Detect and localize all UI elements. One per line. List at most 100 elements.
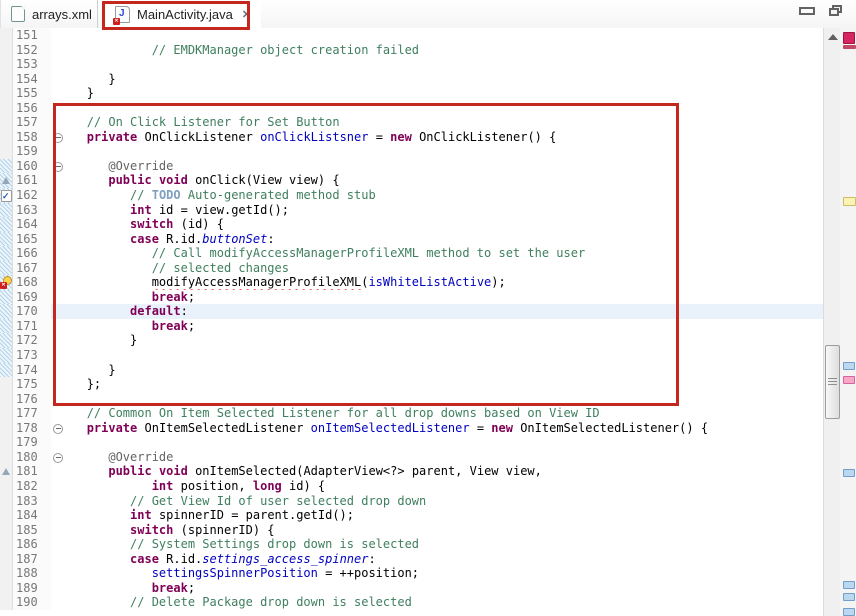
code-line: 160 @Override	[0, 159, 823, 174]
tab-label: MainActivity.java	[137, 7, 233, 22]
code-text[interactable]: modifyAccessManagerProfileXML(isWhiteLis…	[65, 275, 823, 290]
tab-mainactivity-java[interactable]: MainActivity.java ✕	[105, 0, 261, 28]
vertical-scrollbar[interactable]	[823, 28, 841, 616]
line-number: 164	[13, 217, 51, 232]
code-text[interactable]	[65, 57, 823, 72]
fold-column	[51, 72, 65, 87]
code-text[interactable]: }	[65, 363, 823, 378]
code-token	[65, 508, 130, 522]
code-text[interactable]: break;	[65, 581, 823, 596]
code-text[interactable]: public void onItemSelected(AdapterView<?…	[65, 464, 823, 479]
code-text[interactable]: // selected changes	[65, 261, 823, 276]
code-token: onClick(View view) {	[188, 173, 340, 187]
close-icon[interactable]: ✕	[242, 8, 251, 21]
code-text[interactable]: private OnItemSelectedListener onItemSel…	[65, 421, 823, 436]
code-token	[65, 43, 152, 57]
breakpoint-overview-marker[interactable]	[843, 376, 855, 384]
tab-arrays-xml[interactable]: arrays.xml	[0, 0, 98, 28]
code-text[interactable]: }	[65, 333, 823, 348]
fold-column	[51, 450, 65, 465]
task-marker-icon[interactable]	[1, 190, 12, 202]
change-overview-marker[interactable]	[843, 469, 855, 477]
code-text[interactable]: }	[65, 72, 823, 87]
error-overview-underline[interactable]	[843, 45, 856, 49]
code-token: // Get View Id of user selected drop dow…	[130, 494, 426, 508]
code-token	[65, 188, 130, 202]
fold-column	[51, 319, 65, 334]
code-text[interactable]: int id = view.getId();	[65, 203, 823, 218]
code-text[interactable]: int spinnerID = parent.getId();	[65, 508, 823, 523]
error-underlined-token: modifyAccessManagerProfileXML	[152, 275, 362, 289]
code-token: R.id.	[159, 232, 202, 246]
gutter-marker-cell	[0, 421, 13, 436]
code-editor-area[interactable]: 151152 // EMDKManager object creation fa…	[0, 28, 823, 616]
code-text[interactable]: }	[65, 86, 823, 101]
code-text[interactable]: };	[65, 377, 823, 392]
code-text[interactable]: default:	[65, 304, 823, 319]
code-token: OnClickListener() {	[412, 130, 557, 144]
override-marker-icon[interactable]	[2, 177, 10, 184]
code-text[interactable]: int position, long id) {	[65, 479, 823, 494]
maximize-restore-icon[interactable]	[829, 5, 842, 16]
code-text[interactable]: // Delete Package drop down is selected	[65, 595, 823, 610]
code-token: int	[130, 203, 152, 217]
override-marker-icon[interactable]	[2, 468, 10, 475]
code-text[interactable]: break;	[65, 319, 823, 334]
code-text[interactable]: private OnClickListener onClickListsner …	[65, 130, 823, 145]
change-overview-marker[interactable]	[843, 593, 855, 601]
code-text[interactable]: settingsSpinnerPosition = ++position;	[65, 566, 823, 581]
error-marker-icon[interactable]	[0, 276, 12, 289]
code-text[interactable]	[65, 28, 823, 43]
fold-collapse-icon[interactable]	[53, 133, 63, 143]
code-text[interactable]: @Override	[65, 159, 823, 174]
code-token: ;	[188, 319, 195, 333]
code-token: ;	[188, 290, 195, 304]
scrollbar-up-arrow-icon[interactable]	[828, 34, 838, 40]
code-token: int	[152, 479, 174, 493]
code-text[interactable]: // Get View Id of user selected drop dow…	[65, 494, 823, 509]
minimize-icon[interactable]	[799, 7, 815, 15]
fold-column	[51, 595, 65, 610]
code-line: 157 // On Click Listener for Set Button	[0, 115, 823, 130]
code-token	[65, 523, 130, 537]
scrollbar-thumb[interactable]	[825, 345, 840, 419]
line-number: 169	[13, 290, 51, 305]
line-number: 167	[13, 261, 51, 276]
code-text[interactable]: @Override	[65, 450, 823, 465]
gutter-marker-cell	[0, 552, 13, 567]
fold-collapse-icon[interactable]	[53, 424, 63, 434]
change-overview-marker[interactable]	[843, 362, 855, 370]
code-token: OnClickListener	[137, 130, 260, 144]
code-text[interactable]: switch (spinnerID) {	[65, 523, 823, 538]
code-text[interactable]: switch (id) {	[65, 217, 823, 232]
code-text[interactable]	[65, 144, 823, 159]
code-text[interactable]: // Call modifyAccessManagerProfileXML me…	[65, 246, 823, 261]
change-overview-marker[interactable]	[843, 581, 855, 589]
code-text[interactable]: // Common On Item Selected Listener for …	[65, 406, 823, 421]
code-text[interactable]: // On Click Listener for Set Button	[65, 115, 823, 130]
code-text[interactable]: // System Settings drop down is selected	[65, 537, 823, 552]
fold-column	[51, 144, 65, 159]
code-token	[65, 232, 130, 246]
code-text[interactable]	[65, 435, 823, 450]
code-text[interactable]	[65, 348, 823, 363]
task-overview-marker[interactable]	[843, 197, 856, 206]
code-text[interactable]: case R.id.buttonSet:	[65, 232, 823, 247]
gutter-marker-cell	[0, 450, 13, 465]
code-text[interactable]: break;	[65, 290, 823, 305]
line-number: 187	[13, 552, 51, 567]
change-overview-marker[interactable]	[843, 608, 855, 616]
code-text[interactable]: case R.id.settings_access_spinner:	[65, 552, 823, 567]
line-number: 170	[13, 304, 51, 319]
code-text[interactable]: // EMDKManager object creation failed	[65, 43, 823, 58]
code-text[interactable]	[65, 101, 823, 116]
code-text[interactable]: public void onClick(View view) {	[65, 173, 823, 188]
code-line: 170 default:	[0, 304, 823, 319]
code-text[interactable]: // TODO Auto-generated method stub	[65, 188, 823, 203]
fold-collapse-icon[interactable]	[53, 453, 63, 463]
code-token: switch	[130, 217, 173, 231]
fold-collapse-icon[interactable]	[53, 162, 63, 172]
error-overview-marker[interactable]	[843, 32, 855, 44]
fold-column	[51, 537, 65, 552]
code-text[interactable]	[65, 392, 823, 407]
